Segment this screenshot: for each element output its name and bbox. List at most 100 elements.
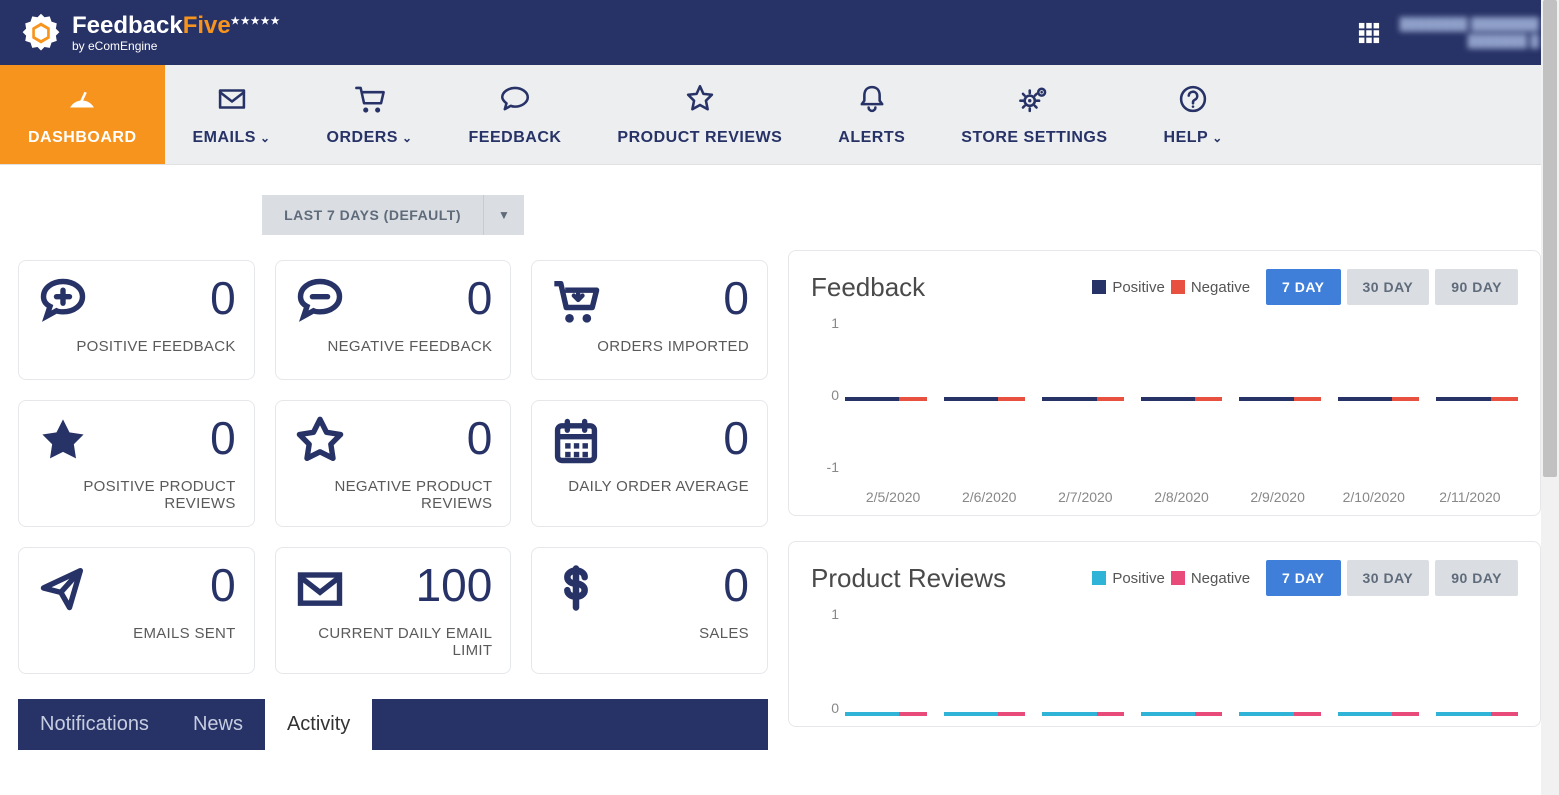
topbar: FeedbackFive★★★★★ by eComEngine ████████…: [0, 0, 1559, 65]
range-30-day[interactable]: 30 DAY: [1347, 560, 1430, 596]
stat-daily-order-average[interactable]: 0DAILY ORDER AVERAGE: [531, 400, 768, 527]
chart-bar: [1338, 397, 1420, 401]
star-outline-icon: [294, 415, 346, 472]
reviews-legend: Positive Negative: [1092, 570, 1250, 587]
stat-current-daily-email-limit[interactable]: 100 CURRENT DAILY EMAIL LIMIT: [275, 547, 512, 674]
tab-notifications[interactable]: Notifications: [18, 699, 171, 750]
stat-value: 0: [723, 562, 749, 608]
date-range-button[interactable]: LAST 7 DAYS (DEFAULT): [262, 195, 483, 235]
reviews-chart: 10: [811, 606, 1518, 716]
chart-bar: [1436, 397, 1518, 401]
chat-icon: [498, 82, 532, 121]
feedback-legend: Positive Negative: [1092, 279, 1250, 296]
legend-pos-label: Positive: [1112, 279, 1165, 296]
y-tick: 1: [811, 606, 839, 622]
nav-alerts[interactable]: ALERTS: [810, 65, 933, 164]
legend-neg-label: Negative: [1191, 279, 1250, 296]
range-7-day[interactable]: 7 DAY: [1266, 269, 1340, 305]
stat-sales[interactable]: 0 SALES: [531, 547, 768, 674]
dollar-icon: [550, 562, 602, 619]
nav-help[interactable]: HELP⌄: [1136, 65, 1251, 164]
legend-pos-swatch: [1092, 280, 1106, 294]
logo[interactable]: FeedbackFive★★★★★ by eComEngine: [20, 12, 281, 54]
cart-down-icon: [550, 275, 602, 332]
stat-value: 0: [467, 415, 493, 461]
chart-bar: [1239, 712, 1321, 716]
legend-pos-label: Positive: [1112, 570, 1165, 587]
nav-dashboard[interactable]: DASHBOARD: [0, 65, 165, 164]
stat-label: POSITIVE PRODUCT REVIEWS: [37, 478, 236, 512]
nav-feedback[interactable]: FEEDBACK: [441, 65, 590, 164]
reviews-panel: Product Reviews Positive Negative 7 DAY3…: [788, 541, 1541, 727]
stat-negative-product-reviews[interactable]: 0 NEGATIVE PRODUCT REVIEWS: [275, 400, 512, 527]
chart-bar: [944, 397, 1026, 401]
chart-bar: [1141, 397, 1223, 401]
bottom-tabs: NotificationsNewsActivity: [18, 699, 768, 750]
stat-positive-feedback[interactable]: 0POSITIVE FEEDBACK: [18, 260, 255, 380]
tab-activity[interactable]: Activity: [265, 699, 372, 750]
chart-bar: [1141, 712, 1223, 716]
chevron-down-icon: ⌄: [402, 131, 413, 145]
tab-news[interactable]: News: [171, 699, 265, 750]
nav-label: STORE SETTINGS: [961, 129, 1107, 147]
nav-label: DASHBOARD: [28, 129, 137, 147]
chart-bar: [1338, 712, 1420, 716]
feedback-panel: Feedback Positive Negative 7 DAY30 DAY90…: [788, 250, 1541, 516]
main-nav: DASHBOARDEMAILS⌄ORDERS⌄FEEDBACKPRODUCT R…: [0, 65, 1559, 165]
scrollbar[interactable]: [1541, 0, 1559, 795]
chart-bar: [944, 712, 1026, 716]
nav-orders[interactable]: ORDERS⌄: [299, 65, 441, 164]
range-90-day[interactable]: 90 DAY: [1435, 560, 1518, 596]
nav-product-reviews[interactable]: PRODUCT REVIEWS: [589, 65, 810, 164]
range-7-day[interactable]: 7 DAY: [1266, 560, 1340, 596]
chart-bar: [1239, 397, 1321, 401]
gears-icon: [1017, 82, 1051, 121]
star-icon: [683, 82, 717, 121]
stat-label: CURRENT DAILY EMAIL LIMIT: [294, 625, 493, 659]
brand-b: Five: [183, 12, 231, 39]
brand-stars: ★★★★★: [231, 16, 281, 27]
nav-label: EMAILS: [193, 129, 256, 147]
user-menu[interactable]: ████████ ████████ ███████ █: [1400, 16, 1539, 50]
logo-icon: [20, 12, 62, 54]
minus-bubble-icon: [294, 275, 346, 332]
reviews-title: Product Reviews: [811, 563, 1006, 594]
stat-label: NEGATIVE PRODUCT REVIEWS: [294, 478, 493, 512]
nav-store-settings[interactable]: STORE SETTINGS: [933, 65, 1135, 164]
x-tick: 2/10/2020: [1326, 489, 1422, 505]
cart-icon: [353, 82, 387, 121]
range-90-day[interactable]: 90 DAY: [1435, 269, 1518, 305]
range-30-day[interactable]: 30 DAY: [1347, 269, 1430, 305]
feedback-range-toggle: 7 DAY30 DAY90 DAY: [1266, 269, 1518, 305]
stat-value: 0: [210, 415, 236, 461]
stat-label: SALES: [550, 625, 749, 642]
x-tick: 2/9/2020: [1230, 489, 1326, 505]
app-grid-icon[interactable]: [1358, 22, 1380, 44]
stat-orders-imported[interactable]: 0 ORDERS IMPORTED: [531, 260, 768, 380]
chart-bar: [1042, 712, 1124, 716]
stat-emails-sent[interactable]: 0 EMAILS SENT: [18, 547, 255, 674]
stat-value: 0: [210, 275, 236, 321]
y-tick: 0: [811, 700, 839, 716]
star-fill-icon: [37, 415, 89, 472]
chevron-down-icon: ⌄: [1212, 131, 1223, 145]
stat-negative-feedback[interactable]: 0NEGATIVE FEEDBACK: [275, 260, 512, 380]
nav-emails[interactable]: EMAILS⌄: [165, 65, 299, 164]
stat-positive-product-reviews[interactable]: 0 POSITIVE PRODUCT REVIEWS: [18, 400, 255, 527]
calendar-icon: [550, 415, 602, 472]
nav-label: FEEDBACK: [469, 129, 562, 147]
stat-value: 100: [416, 562, 493, 608]
stat-label: ORDERS IMPORTED: [550, 338, 749, 355]
stat-value: 0: [210, 562, 236, 608]
y-tick: -1: [811, 459, 839, 475]
x-tick: 2/11/2020: [1422, 489, 1518, 505]
stat-value: 0: [723, 275, 749, 321]
bell-icon: [855, 82, 889, 121]
nav-label: PRODUCT REVIEWS: [617, 129, 782, 147]
brand-tagline: by eComEngine: [72, 40, 281, 52]
date-range-caret[interactable]: ▼: [483, 195, 524, 235]
mail-icon: [215, 82, 249, 121]
nav-label: ALERTS: [838, 129, 905, 147]
stat-label: EMAILS SENT: [37, 625, 236, 642]
brand-a: Feedback: [72, 12, 183, 39]
